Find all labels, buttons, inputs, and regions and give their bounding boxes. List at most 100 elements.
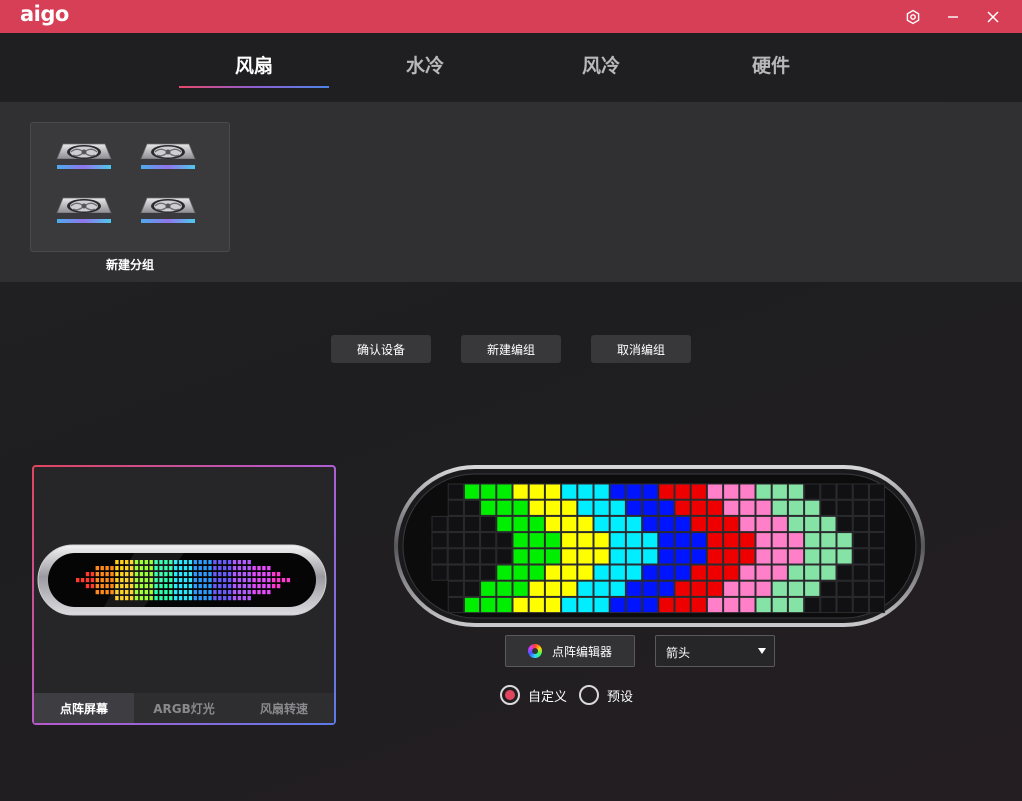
- matrix-cell[interactable]: [868, 564, 886, 581]
- matrix-cell[interactable]: [642, 580, 659, 597]
- matrix-cell[interactable]: [836, 580, 853, 597]
- matrix-cell[interactable]: [787, 580, 805, 597]
- matrix-cell[interactable]: [706, 515, 724, 533]
- pattern-select[interactable]: 箭头: [655, 635, 775, 667]
- matrix-cell[interactable]: [463, 564, 481, 581]
- matrix-cell[interactable]: [755, 483, 772, 500]
- matrix-cell[interactable]: [577, 580, 594, 597]
- matrix-cell[interactable]: [836, 564, 853, 581]
- matrix-cell[interactable]: [593, 532, 610, 549]
- matrix-cell[interactable]: [463, 515, 481, 533]
- matrix-cell[interactable]: [755, 548, 772, 565]
- matrix-cell[interactable]: [642, 548, 659, 565]
- matrix-cell[interactable]: [706, 499, 724, 516]
- matrix-cell[interactable]: [593, 564, 610, 581]
- matrix-cell[interactable]: [706, 548, 724, 565]
- matrix-cell[interactable]: [739, 515, 756, 533]
- matrix-cell[interactable]: [739, 483, 756, 500]
- matrix-cell[interactable]: [820, 515, 837, 533]
- matrix-cell[interactable]: [690, 532, 707, 549]
- matrix-cell[interactable]: [528, 532, 545, 549]
- matrix-cell[interactable]: [625, 564, 643, 581]
- matrix-cell[interactable]: [771, 548, 788, 565]
- tab-air-cooling[interactable]: 风冷: [526, 51, 676, 78]
- matrix-cell[interactable]: [820, 548, 837, 565]
- matrix-cell[interactable]: [463, 499, 481, 516]
- radio-custom[interactable]: 自定义: [500, 685, 567, 705]
- matrix-cell[interactable]: [868, 499, 886, 516]
- matrix-cell[interactable]: [625, 499, 643, 516]
- matrix-cell[interactable]: [625, 548, 643, 565]
- matrix-cell[interactable]: [609, 548, 626, 565]
- matrix-cell[interactable]: [658, 596, 675, 614]
- matrix-cell[interactable]: [528, 580, 545, 597]
- matrix-cell[interactable]: [868, 483, 886, 500]
- matrix-cell[interactable]: [852, 596, 869, 614]
- matrix-cell[interactable]: [690, 564, 707, 581]
- new-group-button[interactable]: 新建编组: [461, 335, 561, 363]
- minimize-icon[interactable]: [942, 6, 964, 28]
- matrix-cell[interactable]: [577, 499, 594, 516]
- matrix-cell[interactable]: [480, 532, 497, 549]
- matrix-cell[interactable]: [642, 515, 659, 533]
- matrix-cell[interactable]: [804, 483, 821, 500]
- matrix-cell[interactable]: [561, 499, 578, 516]
- matrix-cell[interactable]: [804, 499, 821, 516]
- matrix-cell[interactable]: [480, 580, 497, 597]
- tab-water-cooling[interactable]: 水冷: [350, 51, 500, 78]
- matrix-cell[interactable]: [739, 564, 756, 581]
- matrix-cell[interactable]: [625, 483, 643, 500]
- radio-preset[interactable]: 预设: [579, 685, 633, 705]
- matrix-cell[interactable]: [674, 515, 691, 533]
- matrix-cell[interactable]: [496, 499, 513, 516]
- matrix-cell[interactable]: [512, 515, 529, 533]
- matrix-cell[interactable]: [463, 580, 481, 597]
- matrix-cell[interactable]: [690, 515, 707, 533]
- matrix-cell[interactable]: [512, 548, 529, 565]
- matrix-cell[interactable]: [447, 515, 464, 533]
- matrix-cell[interactable]: [820, 564, 837, 581]
- matrix-cell[interactable]: [723, 499, 740, 516]
- matrix-cell[interactable]: [593, 515, 610, 533]
- matrix-cell[interactable]: [577, 483, 594, 500]
- matrix-cell[interactable]: [690, 499, 707, 516]
- matrix-cell[interactable]: [561, 532, 578, 549]
- matrix-cell[interactable]: [463, 483, 481, 500]
- matrix-cell[interactable]: [544, 564, 562, 581]
- matrix-cell[interactable]: [642, 532, 659, 549]
- matrix-cell[interactable]: [739, 532, 756, 549]
- matrix-cell[interactable]: [447, 596, 464, 614]
- matrix-cell[interactable]: [820, 532, 837, 549]
- matrix-cell[interactable]: [820, 596, 837, 614]
- matrix-cell[interactable]: [609, 483, 626, 500]
- matrix-cell[interactable]: [577, 564, 594, 581]
- matrix-cell[interactable]: [642, 483, 659, 500]
- matrix-cell[interactable]: [561, 564, 578, 581]
- matrix-cell[interactable]: [431, 564, 448, 581]
- matrix-cell[interactable]: [544, 596, 562, 614]
- matrix-cell[interactable]: [706, 580, 724, 597]
- matrix-cell[interactable]: [658, 483, 675, 500]
- matrix-cell[interactable]: [625, 596, 643, 614]
- matrix-cell[interactable]: [625, 532, 643, 549]
- matrix-cell[interactable]: [431, 548, 448, 565]
- matrix-cell[interactable]: [787, 564, 805, 581]
- matrix-cell[interactable]: [447, 532, 464, 549]
- matrix-cell[interactable]: [804, 548, 821, 565]
- matrix-cell[interactable]: [852, 515, 869, 533]
- matrix-cell[interactable]: [836, 596, 853, 614]
- matrix-cell[interactable]: [528, 483, 545, 500]
- matrix-cell[interactable]: [852, 483, 869, 500]
- matrix-cell[interactable]: [544, 499, 562, 516]
- matrix-cell[interactable]: [804, 580, 821, 597]
- matrix-cell[interactable]: [674, 548, 691, 565]
- matrix-cell[interactable]: [496, 483, 513, 500]
- matrix-cell[interactable]: [723, 515, 740, 533]
- matrix-cell[interactable]: [447, 548, 464, 565]
- matrix-cell[interactable]: [480, 483, 497, 500]
- matrix-cell[interactable]: [496, 548, 513, 565]
- matrix-cell[interactable]: [512, 483, 529, 500]
- matrix-cell[interactable]: [447, 580, 464, 597]
- matrix-cell[interactable]: [852, 532, 869, 549]
- matrix-cell[interactable]: [658, 515, 675, 533]
